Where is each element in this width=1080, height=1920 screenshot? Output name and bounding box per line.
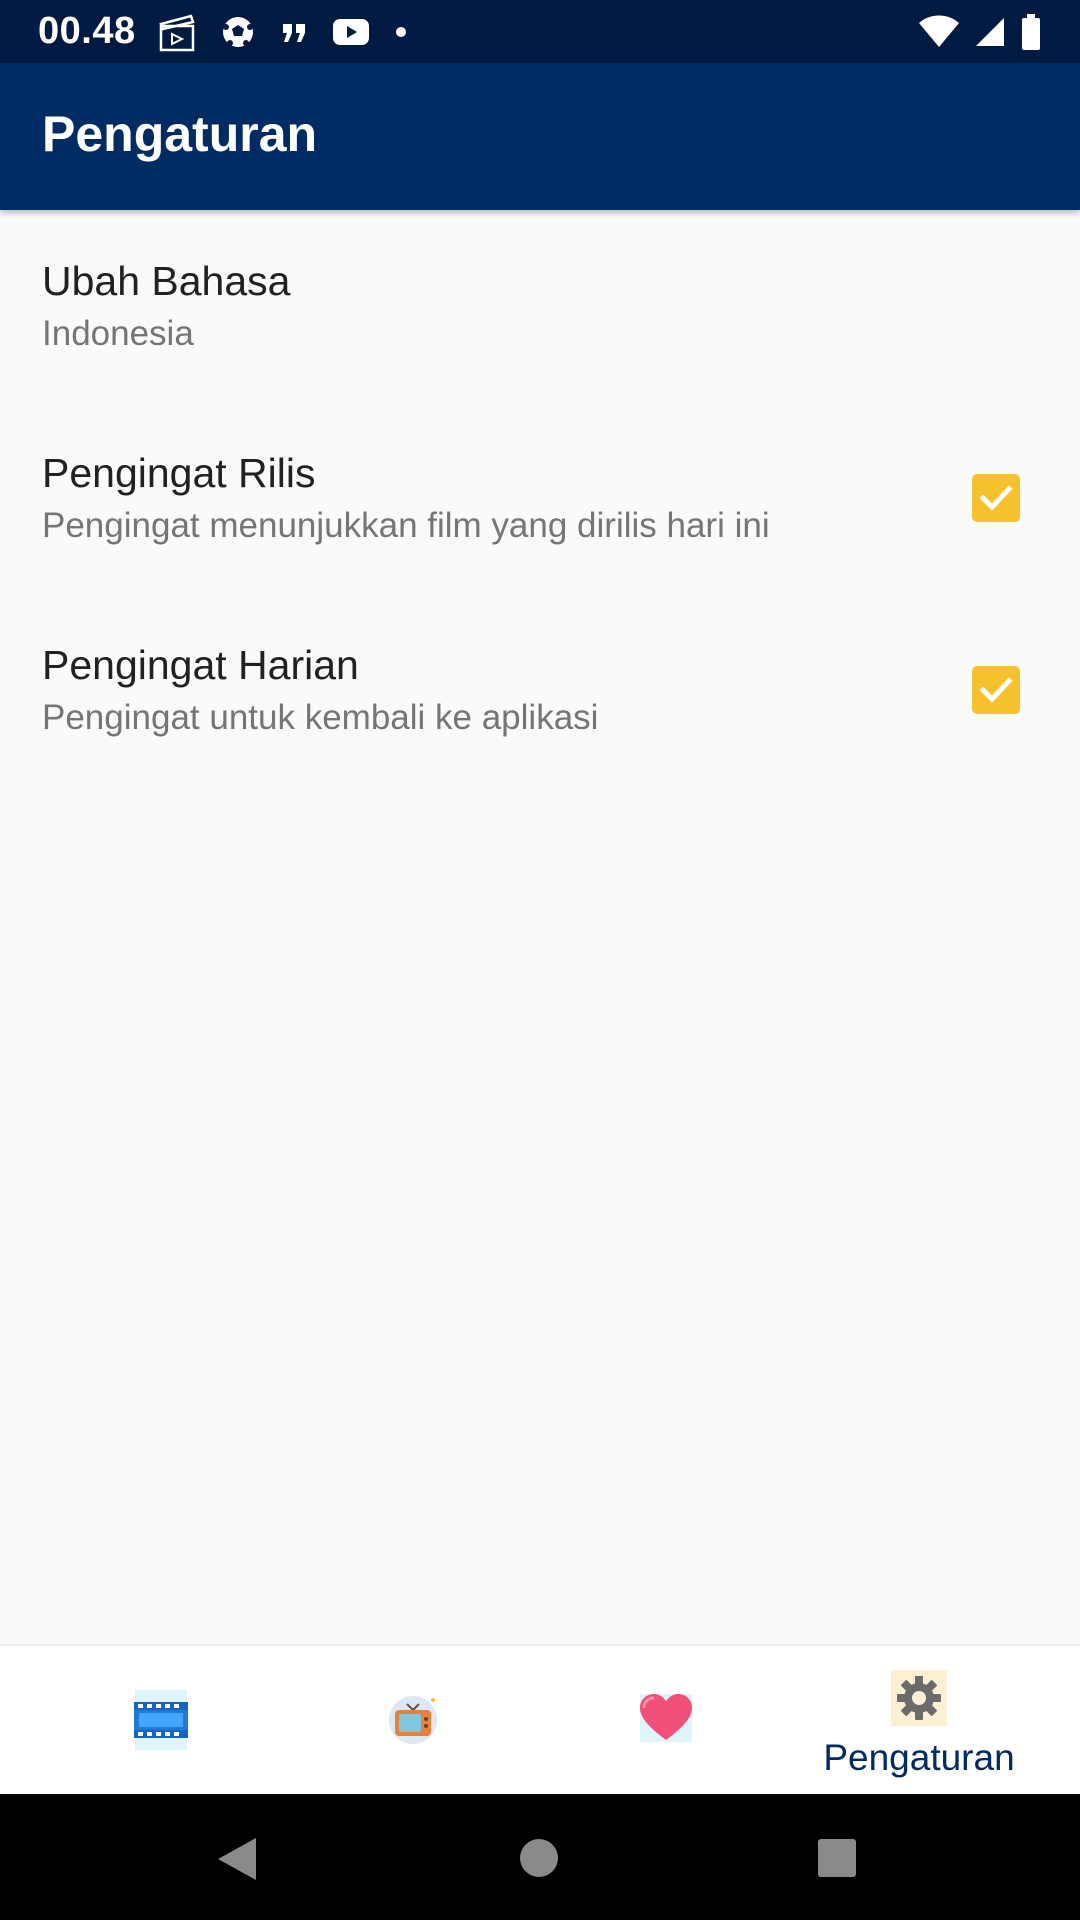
tv-icon bbox=[385, 1690, 441, 1751]
home-icon[interactable] bbox=[519, 1838, 559, 1883]
bottom-navigation: Pengaturan bbox=[0, 1644, 1080, 1796]
gear-icon bbox=[889, 1668, 949, 1733]
soccer-ball-icon bbox=[220, 14, 256, 50]
setting-summary: Pengingat untuk kembali ke aplikasi bbox=[42, 698, 599, 737]
nav-item-settings[interactable]: Pengaturan bbox=[784, 1646, 1054, 1796]
page-title: Pengaturan bbox=[42, 106, 318, 162]
setting-title: Ubah Bahasa bbox=[42, 258, 291, 304]
check-icon bbox=[979, 677, 1013, 703]
nav-item-movies[interactable] bbox=[26, 1646, 296, 1796]
signal-icon bbox=[974, 16, 1006, 48]
settings-screen: 00.48 Pengaturan Ubah Bahasa Indonesia P… bbox=[0, 0, 1080, 1920]
check-icon bbox=[979, 485, 1013, 511]
wifi-icon bbox=[918, 15, 960, 49]
nav-label: Pengaturan bbox=[823, 1737, 1015, 1778]
setting-title: Pengingat Harian bbox=[42, 642, 359, 688]
quote-icon bbox=[280, 18, 308, 46]
dot-icon bbox=[394, 25, 408, 39]
nav-item-favorites[interactable] bbox=[531, 1646, 801, 1796]
release-reminder-checkbox[interactable] bbox=[972, 474, 1020, 522]
heart-icon bbox=[636, 1690, 696, 1751]
setting-summary: Pengingat menunjukkan film yang dirilis … bbox=[42, 506, 770, 545]
app-bar: Pengaturan bbox=[0, 63, 1080, 210]
system-navigation-bar bbox=[0, 1794, 1080, 1920]
recents-icon[interactable] bbox=[817, 1838, 857, 1883]
clapperboard-icon bbox=[158, 12, 196, 52]
setting-daily-reminder[interactable]: Pengingat Harian Pengingat untuk kembali… bbox=[0, 612, 1080, 782]
nav-item-tv-shows[interactable] bbox=[278, 1646, 548, 1796]
youtube-icon bbox=[332, 17, 370, 47]
setting-title: Pengingat Rilis bbox=[42, 450, 316, 496]
movie-film-icon bbox=[131, 1688, 191, 1757]
daily-reminder-checkbox[interactable] bbox=[972, 666, 1020, 714]
status-time: 00.48 bbox=[38, 10, 136, 52]
setting-change-language[interactable]: Ubah Bahasa Indonesia bbox=[0, 230, 1080, 400]
status-bar: 00.48 bbox=[0, 0, 1080, 63]
back-icon[interactable] bbox=[216, 1836, 258, 1887]
setting-release-reminder[interactable]: Pengingat Rilis Pengingat menunjukkan fi… bbox=[0, 420, 1080, 590]
battery-icon bbox=[1020, 13, 1042, 51]
setting-summary: Indonesia bbox=[42, 314, 194, 353]
notification-icons bbox=[158, 10, 408, 54]
system-status-icons bbox=[918, 10, 1042, 54]
